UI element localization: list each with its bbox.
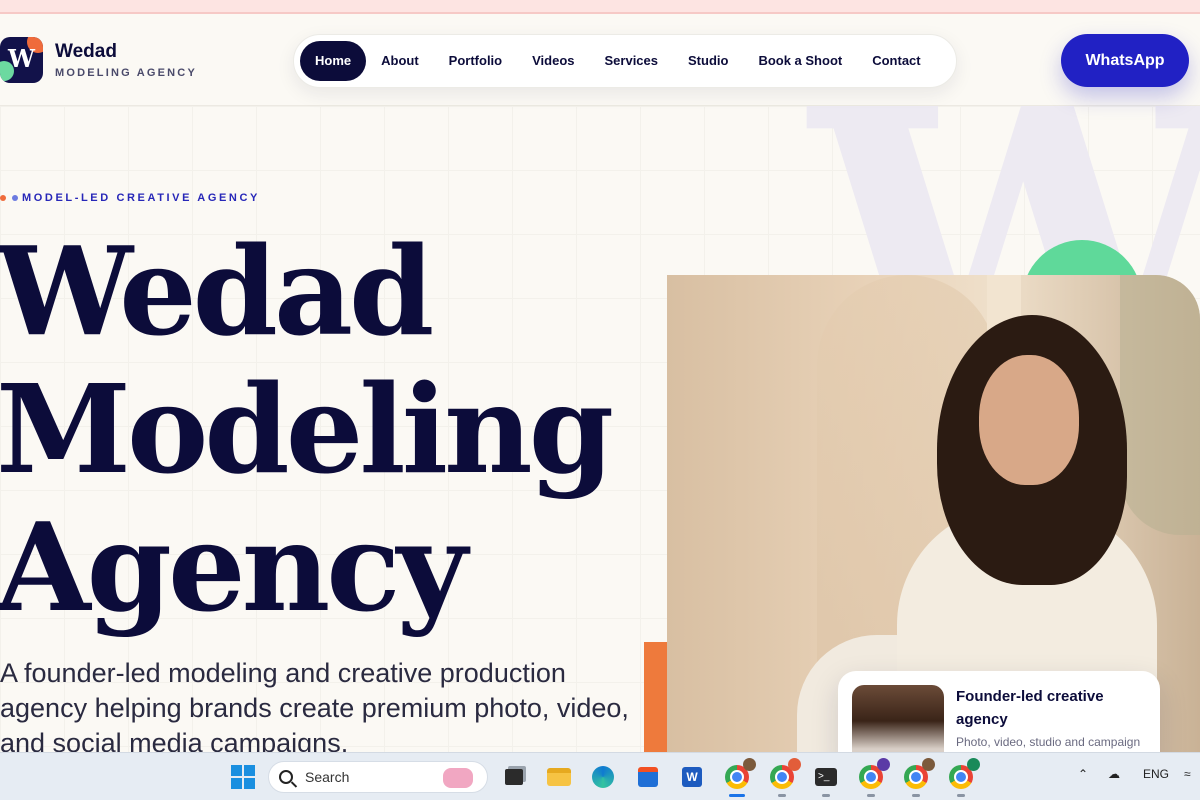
logo-letter: W: [8, 44, 35, 73]
founder-card-subtitle: Photo, video, studio and campaign: [956, 735, 1141, 749]
hero-title: Wedad Modeling Agency: [0, 222, 656, 636]
taskbar-search[interactable]: Search: [268, 761, 488, 793]
hero-title-line: Modeling: [0, 357, 614, 501]
hero-eyebrow: MODEL-LED CREATIVE AGENCY: [0, 192, 260, 204]
eyebrow-dot-icon: [12, 195, 18, 201]
nav-book-a-shoot[interactable]: Book a Shoot: [743, 41, 857, 81]
taskbar-search-label: Search: [305, 769, 350, 785]
cloud-icon[interactable]: ☁: [1108, 767, 1120, 781]
chrome-icon[interactable]: [723, 758, 756, 797]
windows-start-icon[interactable]: [229, 763, 257, 791]
microsoft-store-icon[interactable]: [634, 763, 662, 791]
windows-taskbar: Search W >_ ⌃ ☁ ENG ≈: [0, 752, 1200, 800]
chrome-icon[interactable]: [902, 758, 935, 797]
wifi-icon[interactable]: ≈: [1184, 767, 1191, 781]
chrome-icon[interactable]: [857, 758, 890, 797]
whatsapp-button[interactable]: WhatsApp: [1061, 34, 1189, 87]
chrome-icon[interactable]: [768, 758, 801, 797]
nav-portfolio[interactable]: Portfolio: [434, 41, 517, 81]
chrome-icon[interactable]: [947, 758, 980, 797]
language-indicator[interactable]: ENG: [1143, 767, 1169, 781]
terminal-icon[interactable]: >_: [812, 763, 840, 797]
search-highlight-icon: [443, 768, 473, 788]
hero-title-line: Agency: [0, 495, 467, 639]
hero-title-line: Wedad: [0, 219, 434, 363]
brand-name: Wedad: [55, 41, 117, 62]
nav-videos[interactable]: Videos: [517, 41, 589, 81]
nav-about[interactable]: About: [366, 41, 434, 81]
eyebrow-text: MODEL-LED CREATIVE AGENCY: [22, 192, 260, 204]
brand-tagline: MODELING AGENCY: [55, 67, 197, 79]
nav-studio[interactable]: Studio: [673, 41, 743, 81]
hero-description: A founder-led modeling and creative prod…: [0, 658, 629, 758]
chevron-up-icon[interactable]: ⌃: [1078, 767, 1088, 781]
browser-top-strip: [0, 0, 1200, 14]
brand-logo[interactable]: W Wedad MODELING AGENCY: [0, 37, 197, 83]
nav-home[interactable]: Home: [300, 41, 367, 81]
file-explorer-icon[interactable]: [545, 763, 573, 791]
word-icon[interactable]: W: [678, 763, 706, 791]
main-nav: Home About Portfolio Videos Services Stu…: [293, 34, 957, 88]
founder-card-title: Founder-led creative agency: [956, 688, 1104, 728]
eyebrow-dot-icon: [0, 195, 6, 201]
edge-icon[interactable]: [589, 763, 617, 791]
nav-services[interactable]: Services: [590, 41, 674, 81]
search-icon: [279, 770, 293, 784]
task-view-icon[interactable]: [500, 763, 528, 791]
logo-mark-icon: W: [0, 37, 43, 83]
nav-contact[interactable]: Contact: [857, 41, 935, 81]
